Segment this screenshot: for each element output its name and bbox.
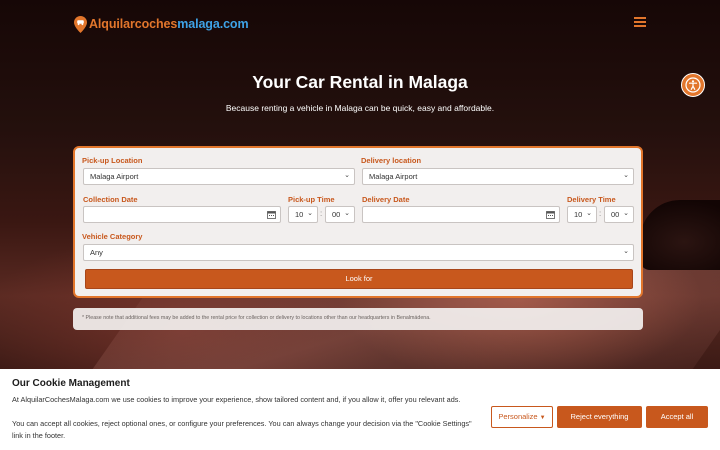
collection-date-input[interactable]: [83, 206, 281, 223]
delivery-time-label: Delivery Time: [567, 195, 616, 204]
cookie-text-intro: At AlquilarCochesMalaga.com we use cooki…: [12, 395, 461, 404]
accessibility-button[interactable]: [681, 73, 705, 97]
time-separator: :: [320, 209, 323, 218]
delivery-hour-select[interactable]: 10 ⌄: [567, 206, 597, 223]
hero-subtitle: Because renting a vehicle in Malaga can …: [225, 103, 495, 113]
chevron-down-icon: ⌄: [623, 172, 629, 179]
pickup-minute-select[interactable]: 00 ⌄: [325, 206, 355, 223]
pickup-location-value: Malaga Airport: [90, 172, 139, 181]
site-header: Alquilarcochesmalaga.com: [0, 0, 720, 50]
vehicle-category-label: Vehicle Category: [82, 232, 143, 241]
logo-text: Alquilarcochesmalaga.com: [89, 17, 249, 31]
chevron-down-icon: ⌄: [344, 172, 350, 179]
site-logo[interactable]: Alquilarcochesmalaga.com: [74, 14, 249, 34]
delivery-location-select[interactable]: Malaga Airport ⌄: [362, 168, 634, 185]
time-separator: :: [599, 209, 602, 218]
chevron-down-icon: ⌄: [623, 248, 629, 255]
vehicle-category-value: Any: [90, 248, 103, 257]
caret-down-icon: ▼: [539, 415, 546, 421]
reject-everything-button[interactable]: Reject everything: [557, 406, 642, 428]
pickup-location-label: Pick-up Location: [82, 156, 143, 165]
calendar-icon[interactable]: [267, 210, 276, 219]
pickup-hour-select[interactable]: 10 ⌄: [288, 206, 318, 223]
delivery-location-value: Malaga Airport: [369, 172, 418, 181]
delivery-minute-select[interactable]: 00 ⌄: [604, 206, 634, 223]
fees-note: * Please note that additional fees may b…: [73, 308, 643, 330]
delivery-date-label: Delivery Date: [362, 195, 410, 204]
delivery-location-label: Delivery location: [361, 156, 422, 165]
cookie-banner: Our Cookie Management At AlquilarCochesM…: [0, 369, 720, 450]
delivery-minute-value: 00: [611, 210, 620, 219]
pickup-location-select[interactable]: Malaga Airport ⌄: [83, 168, 355, 185]
accept-all-button[interactable]: Accept all: [646, 406, 708, 428]
chevron-down-icon: ⌄: [344, 210, 350, 217]
chevron-down-icon: ⌄: [623, 210, 629, 217]
pickup-hour-value: 10: [295, 210, 304, 219]
map-pin-icon: [74, 15, 87, 33]
personalize-button[interactable]: Personalize ▼: [491, 406, 553, 428]
chevron-down-icon: ⌄: [586, 210, 592, 217]
look-for-button[interactable]: Look for: [85, 269, 633, 289]
pickup-minute-value: 00: [332, 210, 341, 219]
vehicle-category-select[interactable]: Any ⌄: [83, 244, 634, 261]
cookie-title: Our Cookie Management: [12, 378, 130, 389]
accessibility-icon: [685, 77, 701, 93]
delivery-hour-value: 10: [574, 210, 583, 219]
logo-text-part1: Alquilarcoches: [89, 17, 178, 31]
calendar-icon[interactable]: [546, 210, 555, 219]
cookie-text-options: You can accept all cookies, reject optio…: [12, 419, 472, 440]
rental-search-form: Pick-up Location Malaga Airport ⌄ Delive…: [73, 146, 643, 298]
logo-text-part2: malaga.com: [177, 17, 249, 31]
chevron-down-icon: ⌄: [307, 210, 313, 217]
hamburger-menu-icon[interactable]: [634, 17, 646, 27]
personalize-label: Personalize: [498, 412, 538, 421]
pickup-time-label: Pick-up Time: [288, 195, 335, 204]
collection-date-label: Collection Date: [83, 195, 138, 204]
delivery-date-input[interactable]: [362, 206, 560, 223]
car-image: [640, 200, 720, 270]
hero-title: Your Car Rental in Malaga: [252, 72, 468, 92]
